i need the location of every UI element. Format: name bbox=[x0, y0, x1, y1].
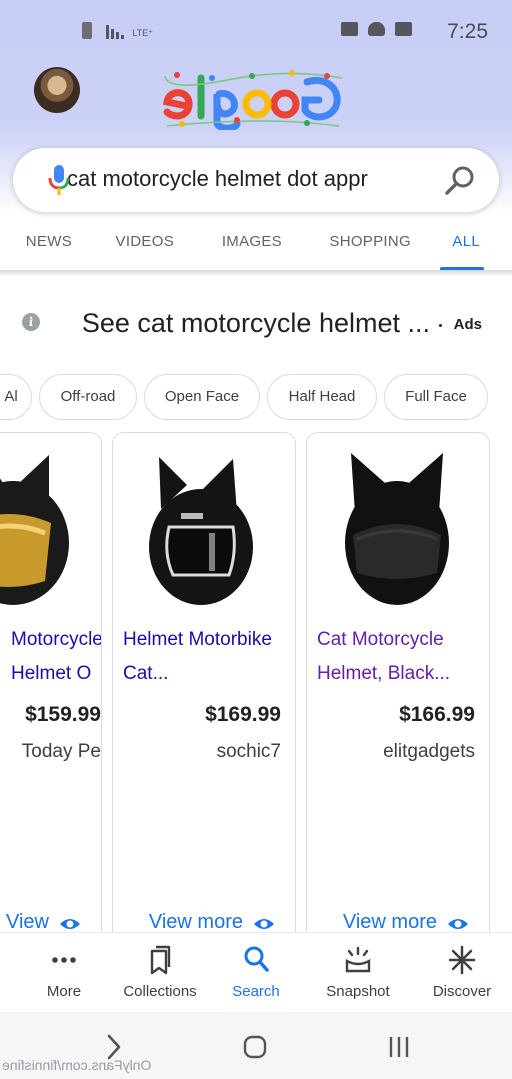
chip-open-face[interactable]: Open Face bbox=[144, 374, 260, 420]
chip-full-face[interactable]: Full Face bbox=[384, 374, 488, 420]
chip-label: Half Head bbox=[288, 388, 356, 405]
search-icon bbox=[244, 946, 269, 972]
product-card[interactable]: Motorcycle Helmet O $159.99 Today Pe Vie… bbox=[0, 432, 102, 952]
nav-label: More bbox=[46, 983, 82, 1000]
ads-header: Ads See cat motorcycle helmet ... i bbox=[22, 308, 482, 342]
eye-icon bbox=[254, 919, 274, 929]
recents-icon[interactable] bbox=[384, 1032, 414, 1062]
view-more-label: View bbox=[6, 911, 49, 933]
asterisk-icon bbox=[448, 945, 476, 975]
nav-label: Snapshot bbox=[326, 983, 390, 1000]
product-price: $166.99 bbox=[399, 703, 475, 726]
product-image-cat-helmet[interactable] bbox=[0, 443, 79, 613]
snapchat-icon bbox=[368, 22, 385, 36]
battery-icon bbox=[82, 22, 92, 39]
microphone-icon[interactable] bbox=[47, 164, 71, 196]
network-type: LTE⁺ bbox=[132, 28, 153, 38]
more-dots-icon bbox=[52, 957, 76, 963]
tab-videos[interactable]: VIDEOS bbox=[116, 233, 174, 250]
nav-snapshot[interactable]: Snapshot bbox=[308, 933, 408, 1011]
nav-search[interactable]: Search bbox=[206, 933, 306, 1011]
bookmarks-icon bbox=[150, 945, 171, 975]
chip-label: Al bbox=[4, 388, 18, 405]
product-card[interactable]: Cat Motorcycle Helmet, Black... $166.99 … bbox=[306, 432, 490, 952]
mirrored-screen: 7:25 LTE⁺ cat motorcycle helmet dot appr… bbox=[0, 0, 512, 1079]
tab-all[interactable]: ALL bbox=[452, 233, 480, 250]
product-image-cat-helmet[interactable] bbox=[133, 443, 273, 613]
chip-half-head[interactable]: Half Head bbox=[267, 374, 377, 420]
signal-icon bbox=[106, 25, 124, 39]
chip-label: Off-road bbox=[60, 388, 116, 405]
tab-news[interactable]: NEWS bbox=[26, 233, 72, 250]
product-image-cat-helmet[interactable] bbox=[327, 443, 467, 613]
view-more-label: View more bbox=[342, 911, 437, 933]
product-price: $159.99 bbox=[25, 703, 101, 726]
nav-label: Search bbox=[232, 983, 280, 1000]
watermark-text: OnlyFans.com/finnisfine bbox=[2, 1057, 152, 1073]
product-title[interactable]: Motorcycle Helmet O bbox=[11, 623, 101, 691]
product-seller: sochic7 bbox=[216, 741, 281, 762]
product-price: $169.99 bbox=[205, 703, 281, 726]
tab-images[interactable]: IMAGES bbox=[222, 233, 282, 250]
search-icon[interactable] bbox=[445, 165, 475, 195]
account-avatar[interactable] bbox=[34, 67, 80, 113]
mail-icon bbox=[341, 22, 358, 36]
eye-icon bbox=[60, 919, 80, 929]
product-seller: elitgadgets bbox=[383, 741, 475, 762]
ads-label: Ads bbox=[453, 316, 482, 333]
status-bar: 7:25 LTE⁺ bbox=[0, 18, 512, 48]
status-time: 7:25 bbox=[447, 20, 488, 43]
info-icon[interactable]: i bbox=[22, 313, 40, 331]
snapshot-icon bbox=[345, 946, 371, 973]
chip-label: Open Face bbox=[164, 388, 240, 405]
eye-icon bbox=[448, 919, 468, 929]
chip-more[interactable]: Al bbox=[0, 374, 32, 420]
tab-shopping[interactable]: SHOPPING bbox=[329, 233, 411, 250]
home-icon[interactable] bbox=[240, 1032, 270, 1062]
google-doodle-logo[interactable] bbox=[162, 68, 347, 130]
nav-label: Discover bbox=[432, 983, 492, 1000]
product-seller: Today Pe bbox=[21, 741, 101, 762]
filter-chips: Full Face Half Head Open Face Off-road A… bbox=[0, 374, 488, 420]
view-more-label: View more bbox=[148, 911, 243, 933]
product-card[interactable]: Helmet Motorbike Cat... $169.99 sochic7 … bbox=[112, 432, 296, 952]
nav-label: Collections bbox=[123, 983, 197, 1000]
product-title[interactable]: Cat Motorcycle Helmet, Black... bbox=[317, 623, 475, 691]
bottom-navigation: Discover Snapshot Search Collections Mor… bbox=[0, 932, 512, 1010]
product-title[interactable]: Helmet Motorbike Cat... bbox=[123, 623, 281, 691]
nav-discover[interactable]: Discover bbox=[412, 933, 512, 1011]
separator-dot bbox=[439, 324, 442, 327]
chip-label: Full Face bbox=[405, 388, 467, 405]
tabs-divider bbox=[0, 270, 512, 276]
chip-off-road[interactable]: Off-road bbox=[39, 374, 137, 420]
ads-title[interactable]: See cat motorcycle helmet ... bbox=[82, 308, 430, 339]
search-box[interactable]: cat motorcycle helmet dot appr bbox=[13, 148, 499, 212]
nav-collections[interactable]: Collections bbox=[110, 933, 210, 1011]
nav-more[interactable]: More bbox=[14, 933, 114, 1011]
search-query[interactable]: cat motorcycle helmet dot appr bbox=[67, 166, 407, 192]
status-system-icons: LTE⁺ bbox=[82, 22, 153, 39]
search-tabs: ALL SHOPPING IMAGES VIDEOS NEWS bbox=[0, 225, 512, 271]
status-notification-icons bbox=[341, 22, 412, 36]
gallery-icon bbox=[395, 22, 412, 36]
